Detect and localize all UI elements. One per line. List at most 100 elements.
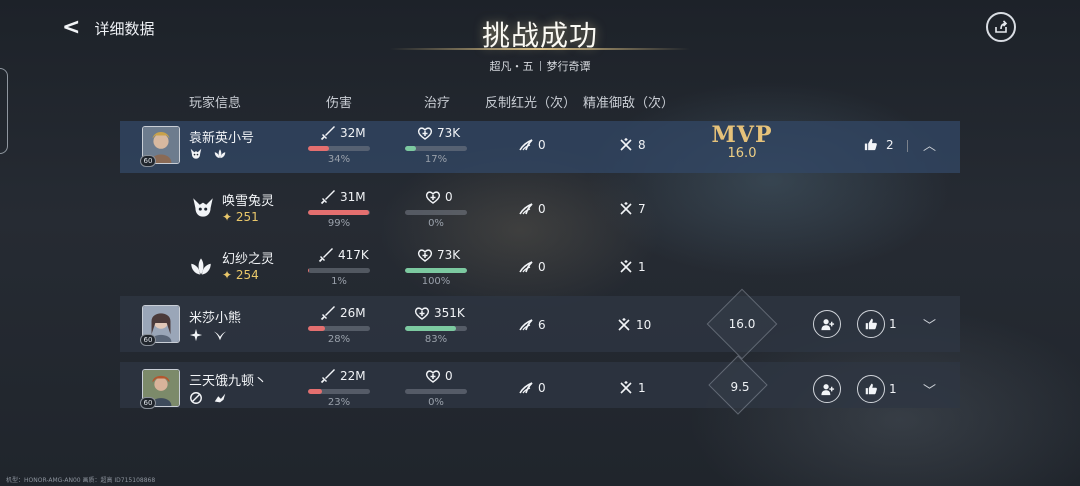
parry-value: 8: [618, 137, 646, 153]
parry-text: 10: [636, 318, 652, 332]
bird-spirit-icon: [214, 393, 226, 403]
summon-name: 唤雪兔灵: [222, 194, 275, 209]
damage-bar-fill: [308, 210, 370, 215]
player-name: 袁新英小号: [189, 131, 255, 146]
back-arrow-icon: <: [62, 15, 81, 40]
sword-icon: [320, 125, 336, 141]
heal-text: 0: [445, 369, 453, 383]
slash-counter-icon: [518, 259, 534, 275]
wing-spirit-icon: [213, 331, 227, 341]
sparkle-icon: ✦: [222, 268, 233, 282]
slash-counter-icon: [518, 201, 534, 217]
damage-text: 32M: [340, 126, 366, 140]
summon-star-level: ✦ 251: [222, 210, 259, 224]
parry-value: 1: [618, 259, 646, 275]
side-drawer-handle[interactable]: [0, 68, 8, 154]
counter-value: 0: [518, 259, 546, 275]
heart-plus-icon: [417, 125, 433, 141]
add-friend-button[interactable]: [813, 375, 841, 403]
sword-icon: [320, 368, 336, 384]
damage-bar: [308, 268, 370, 273]
heart-plus-icon: [425, 368, 441, 384]
heal-percent: 83%: [424, 334, 448, 345]
counter-value: 0: [518, 137, 546, 153]
mvp-score: 16.0: [727, 146, 757, 161]
damage-value: 31M: [320, 189, 366, 205]
damage-percent: 99%: [327, 218, 351, 229]
equipped-summons: [189, 391, 227, 405]
counter-value: 0: [518, 201, 546, 217]
subtitle-separator: [539, 61, 541, 71]
lotus-spirit-icon: [186, 252, 216, 282]
parry-text: 7: [638, 202, 646, 216]
chevron-down-icon[interactable]: ﹀: [923, 315, 936, 334]
damage-bar: [308, 326, 370, 331]
counter-text: 0: [538, 260, 546, 274]
column-header-parry: 精准御敌（次）: [583, 96, 675, 111]
damage-value: 26M: [320, 305, 366, 321]
equipped-summons: [189, 147, 227, 161]
add-friend-button[interactable]: [813, 310, 841, 338]
star-value: 254: [235, 268, 259, 282]
damage-percent: 34%: [327, 154, 351, 165]
like-button[interactable]: [857, 310, 885, 338]
heal-bar: [405, 146, 467, 151]
damage-bar: [308, 389, 370, 394]
chevron-up-icon[interactable]: ︿: [923, 135, 936, 154]
thumbs-up-icon: [864, 382, 878, 396]
heal-value: 73K: [417, 247, 460, 263]
heal-text: 351K: [434, 306, 465, 320]
like-count: 2: [886, 137, 894, 152]
title-divider: [390, 48, 690, 50]
counter-text: 6: [538, 318, 546, 332]
equipped-summons: [189, 328, 227, 342]
share-button[interactable]: [986, 12, 1016, 42]
damage-value: 22M: [320, 368, 366, 384]
heart-plus-icon: [414, 305, 430, 321]
heal-percent: 100%: [421, 276, 451, 287]
damage-bar-fill: [308, 146, 330, 151]
heal-value: 73K: [417, 125, 460, 141]
back-button[interactable]: < 详细数据: [62, 14, 172, 42]
heal-value: 351K: [414, 305, 465, 321]
heal-bar-fill: [405, 268, 467, 273]
damage-percent: 1%: [331, 276, 347, 287]
counter-text: 0: [538, 381, 546, 395]
damage-bar-fill: [308, 389, 323, 394]
sword-icon: [318, 247, 334, 263]
moon-spirit-icon: [190, 392, 202, 404]
chevron-down-icon[interactable]: ﹀: [923, 380, 936, 399]
heal-value: 0: [425, 368, 453, 384]
level-badge: 60: [140, 397, 156, 409]
damage-percent: 23%: [327, 397, 351, 408]
crossed-swords-icon: [618, 137, 634, 153]
counter-text: 0: [538, 202, 546, 216]
counter-value: 0: [518, 380, 546, 396]
level-badge: 60: [140, 155, 156, 167]
heal-bar-fill: [405, 326, 457, 331]
rabbit-spirit-icon: [188, 193, 218, 223]
crossed-swords-icon: [618, 380, 634, 396]
heal-percent: 0%: [428, 218, 444, 229]
parry-value: 7: [618, 201, 646, 217]
share-icon: [995, 20, 1008, 33]
like-button[interactable]: [857, 375, 885, 403]
heal-value: 0: [425, 189, 453, 205]
crossed-swords-icon: [618, 201, 634, 217]
like-count: 1: [889, 382, 897, 396]
damage-percent: 28%: [327, 334, 351, 345]
crossed-swords-icon: [618, 259, 634, 275]
heal-percent: 17%: [424, 154, 448, 165]
like-button[interactable]: 2: [863, 137, 894, 152]
counter-value: 6: [518, 317, 546, 333]
sword-icon: [320, 305, 336, 321]
player-name: 米莎小熊: [189, 311, 242, 326]
level-badge: 60: [140, 334, 156, 346]
parry-text: 1: [638, 381, 646, 395]
heal-bar: [405, 210, 467, 215]
heal-bar: [405, 389, 467, 394]
slash-counter-icon: [518, 317, 534, 333]
column-header-counter: 反制红光（次）: [485, 96, 577, 111]
heart-plus-icon: [425, 189, 441, 205]
damage-text: 31M: [340, 190, 366, 204]
